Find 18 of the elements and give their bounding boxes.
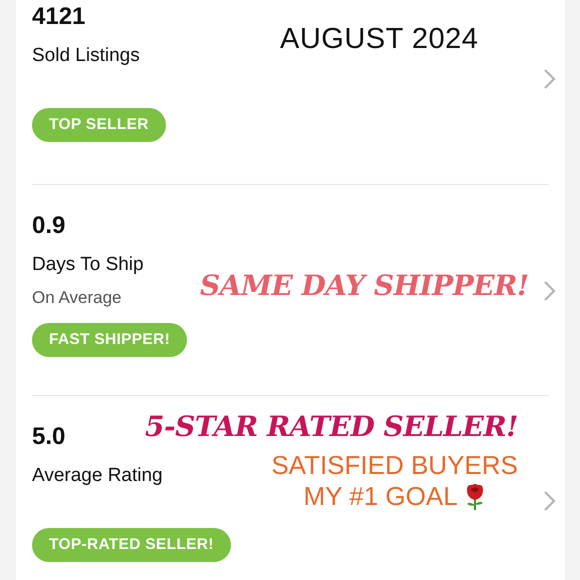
stat-sublabel: On Average [32,287,122,309]
overlay-text: SATISFIED BUYERS [271,450,518,481]
overlay-heading: AUGUST 2024 [280,22,478,56]
seller-badge: TOP-RATED SELLER! [32,528,231,562]
stat-label: Sold Listings [32,44,140,68]
stat-value: 5.0 [32,422,66,452]
seller-badge: FAST SHIPPER! [32,323,188,357]
seller-badge: TOP SELLER [32,108,166,142]
chevron-icon[interactable] [543,490,557,512]
overlay-text: MY #1 GOAL [304,481,458,512]
overlay-slogan: SAME DAY SHIPPER! [200,269,529,303]
chevron-icon[interactable] [543,280,557,302]
stat-value: 4121 [32,2,86,32]
stat-label: Days To Ship [32,253,144,277]
stat-label: Average Rating [32,464,163,488]
chevron-icon[interactable] [543,68,557,90]
stat-value: 0.9 [32,211,66,241]
overlay-slogan: 5-STAR RATED SELLER! [145,410,518,444]
